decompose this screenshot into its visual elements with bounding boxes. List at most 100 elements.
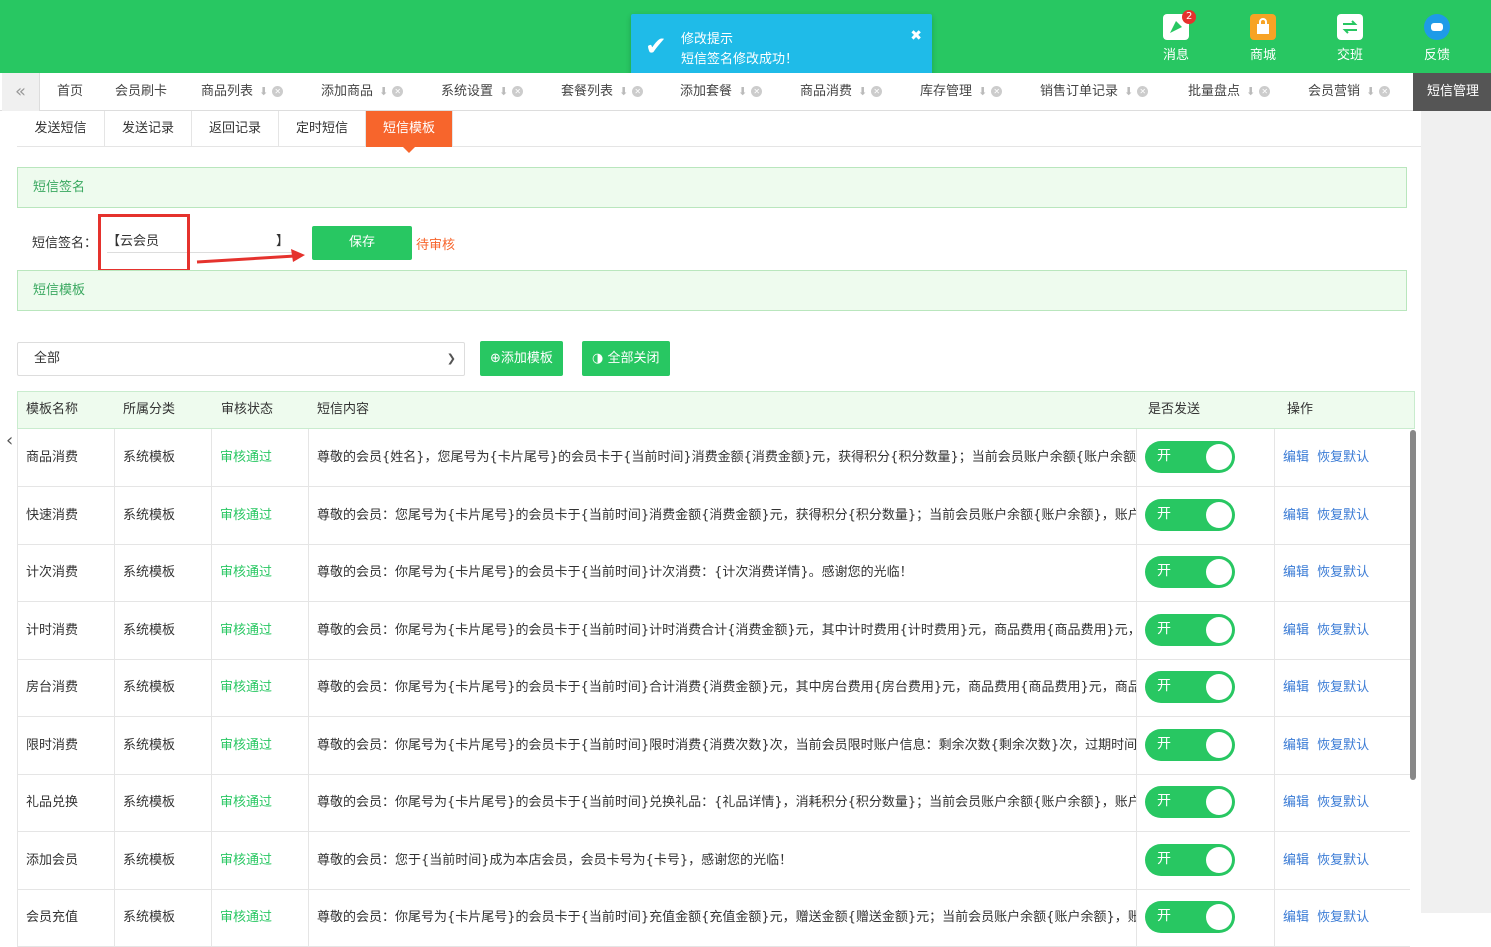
- close-tab-icon[interactable]: ✕: [512, 86, 524, 97]
- highlight-box: [98, 214, 190, 272]
- tab-member-card[interactable]: 会员刷卡: [115, 73, 167, 111]
- restore-default-link[interactable]: 恢复默认: [1317, 853, 1369, 868]
- table-row: 快速消费 系统模板 审核通过 尊敬的会员：您尾号为{卡片尾号}的会员卡于{当前时…: [17, 486, 1411, 545]
- save-button[interactable]: 保存: [312, 226, 412, 260]
- tab-member-marketing[interactable]: 会员营销 ⬇ ✕: [1308, 73, 1391, 111]
- edit-link[interactable]: 编辑: [1283, 910, 1309, 925]
- pin-icon[interactable]: ⬇: [1366, 85, 1375, 98]
- tab-batch-inventory[interactable]: 批量盘点 ⬇ ✕: [1188, 73, 1271, 111]
- close-icon[interactable]: ✖: [910, 28, 922, 44]
- shift-button[interactable]: 交班: [1320, 14, 1380, 63]
- pin-icon[interactable]: ⬇: [738, 85, 747, 98]
- send-toggle[interactable]: 开: [1145, 786, 1235, 818]
- close-tab-icon[interactable]: ✕: [871, 86, 883, 97]
- feedback-button[interactable]: 反馈: [1407, 14, 1467, 63]
- send-toggle[interactable]: 开: [1145, 441, 1235, 473]
- close-tab-icon[interactable]: ✕: [392, 86, 404, 97]
- subtab-send-sms[interactable]: 发送短信: [17, 111, 105, 147]
- pin-icon[interactable]: ⬇: [1124, 85, 1133, 98]
- pin-icon[interactable]: ⬇: [499, 85, 508, 98]
- chevron-left-icon[interactable]: ‹: [6, 430, 13, 451]
- restore-default-link[interactable]: 恢复默认: [1317, 623, 1369, 638]
- restore-default-link[interactable]: 恢复默认: [1317, 910, 1369, 925]
- edit-link[interactable]: 编辑: [1283, 680, 1309, 695]
- subtab-scheduled-sms[interactable]: 定时短信: [279, 111, 366, 147]
- edit-link[interactable]: 编辑: [1283, 795, 1309, 810]
- send-toggle[interactable]: 开: [1145, 613, 1235, 646]
- scrollbar[interactable]: [1410, 430, 1416, 780]
- close-tab-icon[interactable]: ✕: [751, 86, 763, 97]
- restore-default-link[interactable]: 恢复默认: [1317, 680, 1369, 695]
- pin-icon[interactable]: ⬇: [259, 85, 268, 98]
- close-all-button[interactable]: ◑ 全部关闭: [582, 341, 670, 376]
- review-status: 审核通过: [212, 601, 309, 659]
- edit-link[interactable]: 编辑: [1283, 450, 1309, 465]
- sms-content: 尊敬的会员：您于{当前时间}成为本店会员，会员卡号为{卡号}，感谢您的光临！: [309, 831, 1137, 889]
- tab-product-list[interactable]: 商品列表 ⬇ ✕: [201, 73, 284, 111]
- subtab-sms-templates[interactable]: 短信模板: [366, 111, 453, 153]
- tab-add-product[interactable]: 添加商品 ⬇ ✕: [321, 73, 404, 111]
- tab-add-package[interactable]: 添加套餐 ⬇ ✕: [680, 73, 763, 111]
- actions-cell: 编辑 恢复默认: [1275, 889, 1411, 946]
- send-toggle-cell: 开: [1137, 486, 1275, 544]
- close-tab-icon[interactable]: ✕: [991, 86, 1003, 97]
- tab-product-consumption[interactable]: 商品消费 ⬇ ✕: [800, 73, 883, 111]
- pin-icon[interactable]: ⬇: [379, 85, 388, 98]
- pin-icon[interactable]: ⬇: [978, 85, 987, 98]
- add-template-button[interactable]: ⊕添加模板: [480, 341, 563, 376]
- tab-system-settings[interactable]: 系统设置 ⬇ ✕: [441, 73, 524, 111]
- shop-button[interactable]: 商城: [1233, 14, 1293, 63]
- edit-link[interactable]: 编辑: [1283, 623, 1309, 638]
- tab-package-list[interactable]: 套餐列表 ⬇ ✕: [561, 73, 644, 111]
- close-tab-icon[interactable]: ✕: [1379, 86, 1391, 97]
- send-toggle-cell: 开: [1137, 659, 1275, 716]
- scroll-left-icon[interactable]: «: [2, 73, 40, 111]
- template-category: 系统模板: [115, 774, 212, 831]
- template-category: 系统模板: [115, 429, 212, 486]
- pin-icon[interactable]: ⬇: [858, 85, 867, 98]
- sms-content: 尊敬的会员：你尾号为{卡片尾号}的会员卡于{当前时间}兑换礼品：{礼品详情}，消…: [309, 774, 1137, 831]
- template-category: 系统模板: [115, 716, 212, 774]
- sms-content: 尊敬的会员：您尾号为{卡片尾号}的会员卡于{当前时间}消费金额{消费金额}元，获…: [309, 486, 1137, 544]
- tab-sales-orders[interactable]: 销售订单记录 ⬇ ✕: [1040, 73, 1149, 111]
- send-toggle[interactable]: 开: [1145, 671, 1235, 703]
- send-toggle[interactable]: 开: [1145, 843, 1235, 876]
- pin-icon[interactable]: ⬇: [1246, 85, 1255, 98]
- actions-cell: 编辑 恢复默认: [1275, 487, 1411, 544]
- chevron-down-icon: ❯: [446, 352, 456, 365]
- send-toggle[interactable]: 开: [1145, 728, 1235, 761]
- tab-home[interactable]: 首页: [57, 73, 83, 111]
- restore-default-link[interactable]: 恢复默认: [1317, 795, 1369, 810]
- template-name: 会员充值: [18, 889, 115, 946]
- category-select[interactable]: 全部 ❯: [17, 342, 465, 376]
- tab-sms-management[interactable]: 短信管理: [1413, 73, 1491, 111]
- close-tab-icon[interactable]: ✕: [1137, 86, 1149, 97]
- subtab-send-records[interactable]: 发送记录: [105, 111, 192, 147]
- restore-default-link[interactable]: 恢复默认: [1317, 508, 1369, 523]
- pin-icon[interactable]: ⬇: [619, 85, 628, 98]
- close-tab-icon[interactable]: ✕: [272, 86, 284, 97]
- restore-default-link[interactable]: 恢复默认: [1317, 738, 1369, 753]
- messages-button[interactable]: 2 消息: [1146, 10, 1206, 63]
- subtab-return-records[interactable]: 返回记录: [192, 111, 279, 147]
- tab-inventory[interactable]: 库存管理 ⬇ ✕: [920, 73, 1003, 111]
- review-status: 审核通过: [212, 486, 309, 544]
- template-category: 系统模板: [115, 659, 212, 716]
- edit-link[interactable]: 编辑: [1283, 738, 1309, 753]
- edit-link[interactable]: 编辑: [1283, 565, 1309, 580]
- send-toggle[interactable]: 开: [1145, 498, 1235, 531]
- close-tab-icon[interactable]: ✕: [1259, 86, 1271, 97]
- edit-link[interactable]: 编辑: [1283, 508, 1309, 523]
- send-toggle[interactable]: 开: [1145, 556, 1235, 588]
- send-toggle-cell: 开: [1137, 831, 1275, 889]
- restore-default-link[interactable]: 恢复默认: [1317, 450, 1369, 465]
- table-row: 房台消费 系统模板 审核通过 尊敬的会员：你尾号为{卡片尾号}的会员卡于{当前时…: [17, 659, 1410, 717]
- send-toggle[interactable]: 开: [1145, 901, 1235, 933]
- restore-default-link[interactable]: 恢复默认: [1317, 565, 1369, 580]
- template-category: 系统模板: [115, 486, 212, 544]
- close-tab-icon[interactable]: ✕: [632, 86, 644, 97]
- template-name: 快速消费: [18, 486, 115, 544]
- review-status: 审核通过: [212, 716, 309, 774]
- edit-link[interactable]: 编辑: [1283, 853, 1309, 868]
- sms-content: 尊敬的会员：你尾号为{卡片尾号}的会员卡于{当前时间}限时消费{消费次数}次，当…: [309, 716, 1137, 774]
